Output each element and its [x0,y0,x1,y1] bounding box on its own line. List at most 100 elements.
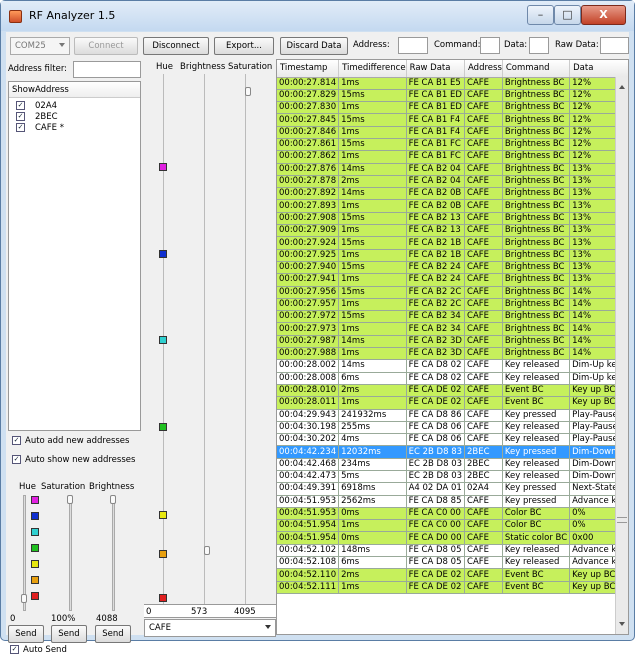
table-cell: 00:04:51.953 [277,507,340,521]
table-row[interactable]: 00:00:27.988 1ms FE CA B2 3D CAFE Brightness… [277,347,628,361]
table-row[interactable]: 00:00:27.940 15ms FE CA B2 24 CAFE Brightnes… [277,261,628,275]
plot-address-select[interactable]: CAFE [144,619,276,637]
send-saturation-button[interactable]: Send [51,625,87,643]
table-cell: Key pressed [502,445,571,459]
column-header[interactable]: Timedifference [338,60,407,78]
data-input[interactable] [529,37,549,54]
table-row[interactable]: 00:00:27.876 14ms FE CA B2 04 CAFE Brightnes… [277,163,628,176]
table-cell: CAFE [464,433,503,447]
auto-send-checkbox[interactable]: ✓ Auto Send [10,645,67,655]
table-row[interactable]: 00:00:27.956 15ms FE CA B2 2C CAFE Brightnes… [277,286,628,299]
table-row[interactable]: 00:00:27.893 1ms FE CA B2 0B CAFE Brightness… [277,199,628,213]
table-row[interactable]: 00:04:29.943 241932ms FE CA D8 86 CAFE Key p… [277,409,628,422]
column-header[interactable]: Command [502,60,571,78]
table-row[interactable]: 00:04:52.110 2ms FE CA DE 02 CAFE Event BC Ke… [277,568,628,582]
table-row[interactable]: 00:00:27.814 1ms FE CA B1 E5 CAFE Brightness… [277,77,628,90]
table-row[interactable]: 00:00:27.878 2ms FE CA B2 04 CAFE Brightness… [277,175,628,189]
column-header[interactable]: Data [569,60,628,78]
plot-saturation-label: Saturation [228,62,273,72]
table-row[interactable]: 00:04:30.198 255ms FE CA D8 06 CAFE Key rele… [277,421,628,435]
address-checkbox[interactable]: ✓ [16,112,25,121]
app-icon [9,10,22,23]
table-cell: 00:00:28.002 [277,359,340,373]
table-row[interactable]: 00:00:27.846 1ms FE CA B1 F4 CAFE Brightness… [277,126,628,139]
scroll-thumb[interactable] [617,517,627,523]
address-filter-label: Address filter: [8,64,68,74]
saturation-slider-thumb[interactable] [67,495,73,504]
table-row[interactable]: 00:00:27.829 15ms FE CA B1 ED CAFE Brightnes… [277,89,628,103]
disconnect-button[interactable]: Disconnect [143,37,209,55]
table-scrollbar[interactable] [615,77,628,634]
address-row[interactable]: ✓ 02A4 [9,100,140,111]
check-icon: ✓ [12,455,21,464]
table-row[interactable]: 00:04:42.468 234ms EC 2B D8 03 2BEC Key rele… [277,458,628,472]
hue-slider-thumb[interactable] [21,594,27,603]
port-select[interactable]: COM25 [10,37,70,55]
minimize-button[interactable]: – [527,5,554,25]
show-column-header[interactable]: Show [12,85,35,95]
table-row[interactable]: 00:00:28.008 6ms FE CA D8 02 CAFE Key releas… [277,372,628,385]
address-column-header[interactable]: Address [35,85,69,95]
brightness-slider-thumb[interactable] [110,495,116,504]
send-hue-button[interactable]: Send [8,625,44,643]
table-row[interactable]: 00:00:27.973 1ms FE CA B2 34 CAFE Brightness… [277,322,628,336]
scroll-down-icon[interactable] [619,622,625,626]
table-row[interactable]: 00:04:51.954 1ms FE CA C0 00 CAFE Color BC 0% [277,519,628,533]
auto-show-checkbox[interactable]: ✓ Auto show new addresses [12,455,135,465]
export-button[interactable]: Export... [214,37,274,55]
table-row[interactable]: 00:00:27.830 1ms FE CA B1 ED CAFE Brightness… [277,101,628,115]
discard-data-button[interactable]: Discard Data [280,37,348,55]
table-row[interactable]: 00:04:52.102 148ms FE CA D8 05 CAFE Key rele… [277,544,628,558]
address-checkbox[interactable]: ✓ [16,101,25,110]
table-row[interactable]: 00:04:51.953 0ms FE CA C0 00 CAFE Color BC 0% [277,507,628,521]
table-row[interactable]: 00:00:27.987 14ms FE CA B2 3D CAFE Brightnes… [277,335,628,349]
table-cell: FE CA B2 13 [406,224,466,238]
table-cell: FE CA D8 05 [406,556,466,570]
table-row[interactable]: 00:00:27.845 15ms FE CA B1 F4 CAFE Brightnes… [277,113,628,127]
table-cell: FE CA B1 F4 [406,113,466,127]
table-row[interactable]: 00:00:27.861 15ms FE CA B1 FC CAFE Brightnes… [277,138,628,152]
table-row[interactable]: 00:00:27.924 15ms FE CA B2 1B CAFE Brightnes… [277,236,628,250]
scroll-up-icon[interactable] [619,85,625,89]
close-button[interactable]: X [581,5,626,25]
table-row[interactable]: 00:00:27.908 15ms FE CA B2 13 CAFE Brightnes… [277,212,628,226]
table-row[interactable]: 00:04:52.108 6ms FE CA D8 05 CAFE Key releas… [277,556,628,570]
table-row[interactable]: 00:04:51.953 2562ms FE CA D8 85 CAFE Key pre… [277,495,628,508]
table-row[interactable]: 00:00:28.002 14ms FE CA D8 02 CAFE Key relea… [277,359,628,373]
table-row[interactable]: 00:00:27.972 15ms FE CA B2 34 CAFE Brightnes… [277,310,628,324]
table-cell: 00:00:27.829 [277,89,340,103]
table-cell: FE CA DE 02 [406,396,466,410]
table-row[interactable]: 00:00:27.862 1ms FE CA B1 FC CAFE Brightness… [277,150,628,164]
table-row[interactable]: 00:04:51.954 0ms FE CA D0 00 CAFE Static col… [277,531,628,545]
brightness-slider-track[interactable] [112,495,115,611]
plot-hue-label: Hue [156,62,174,72]
connect-button[interactable]: Connect [74,37,138,55]
column-header[interactable]: Raw Data [406,60,466,78]
column-header[interactable]: Address [464,60,503,78]
raw-data-input[interactable] [600,37,629,54]
table-row[interactable]: 00:04:42.473 5ms EC 2B D8 03 2BEC Key releas… [277,470,628,484]
command-input[interactable] [480,37,500,54]
table-row[interactable]: 00:00:28.010 2ms FE CA DE 02 CAFE Event BC Ke… [277,384,628,398]
table-row[interactable]: 00:00:27.925 1ms FE CA B2 1B CAFE Brightness… [277,249,628,262]
table-row[interactable]: 00:04:52.111 1ms FE CA DE 02 CAFE Event BC Ke… [277,581,628,594]
table-row[interactable]: 00:00:28.011 1ms FE CA DE 02 CAFE Event BC Ke… [277,396,628,410]
send-brightness-button[interactable]: Send [95,625,131,643]
saturation-slider-track[interactable] [69,495,72,611]
table-row[interactable]: 00:00:27.909 1ms FE CA B2 13 CAFE Brightness… [277,224,628,238]
table-row[interactable]: 00:04:42.234 12032ms EC 2B D8 83 2BEC Key pr… [277,445,628,459]
maximize-button[interactable]: □ [554,5,581,25]
table-row[interactable]: 00:00:27.892 14ms FE CA B2 0B CAFE Brightnes… [277,187,628,201]
address-row[interactable]: ✓ 2BEC [9,111,140,122]
column-header[interactable]: Timestamp [277,60,340,78]
table-row[interactable]: 00:04:49.391 6918ms A4 02 DA 01 02A4 Key pre… [277,482,628,496]
address-checkbox[interactable]: ✓ [16,123,25,132]
address-filter-input[interactable] [73,61,141,78]
table-row[interactable]: 00:00:27.957 1ms FE CA B2 2C CAFE Brightness… [277,298,628,312]
auto-add-checkbox[interactable]: ✓ Auto add new addresses [12,436,129,446]
table-cell: CAFE [464,286,503,299]
table-row[interactable]: 00:04:30.202 4ms FE CA D8 06 CAFE Key releas… [277,433,628,447]
table-row[interactable]: 00:00:27.941 1ms FE CA B2 24 CAFE Brightness… [277,273,628,287]
address-row[interactable]: ✓ CAFE * [9,122,140,133]
address-input[interactable] [398,37,428,54]
